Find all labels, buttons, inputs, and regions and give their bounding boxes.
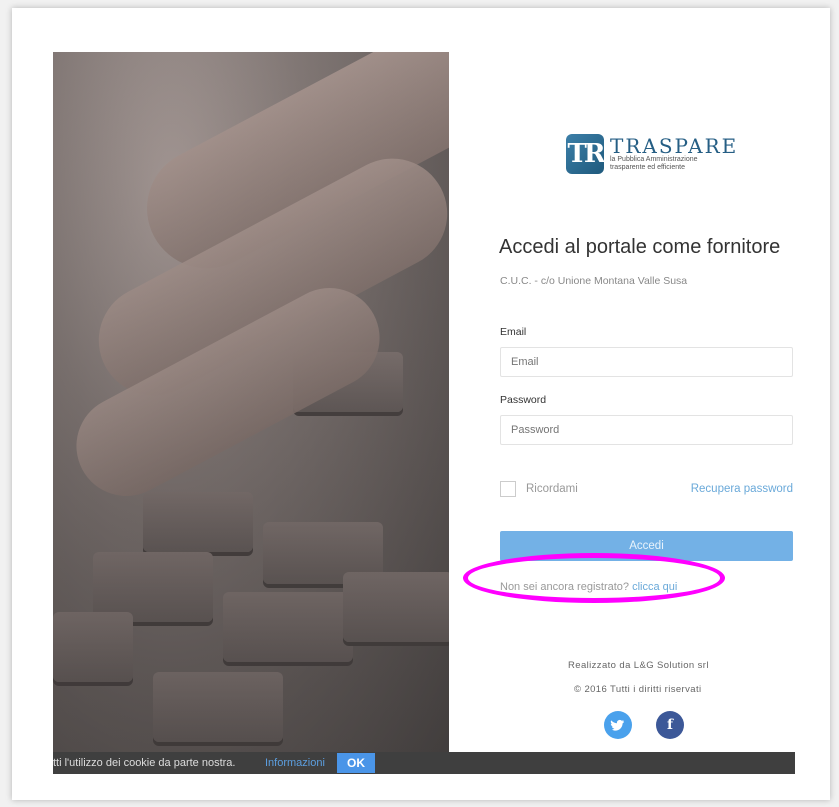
password-label: Password [500, 394, 547, 406]
page-title: Accedi al portale come fornitore [499, 236, 781, 258]
cookie-ok-button[interactable]: OK [337, 753, 375, 773]
footer-credit: Realizzato da L&G Solution srl [568, 660, 709, 671]
image-overlay [53, 52, 449, 752]
email-label: Email [500, 326, 527, 338]
recover-password-link[interactable]: Recupera password [691, 483, 793, 495]
page-subtitle: C.U.C. - c/o Unione Montana Valle Susa [500, 275, 688, 287]
remember-label[interactable]: Ricordami [526, 483, 578, 495]
password-field[interactable] [500, 415, 793, 445]
brand-name: TRASPARE [610, 134, 739, 158]
cookie-info-link[interactable]: Informazioni [265, 752, 325, 774]
brand-logo: TR TRASPARE la Pubblica Amministrazione … [566, 134, 738, 174]
email-field[interactable] [500, 347, 793, 377]
page-edge [12, 752, 53, 774]
logo-mark-icon: TR [566, 134, 605, 174]
remember-checkbox[interactable] [500, 481, 516, 497]
highlight-annotation [463, 553, 725, 603]
cookie-bar: tti l'utilizzo dei cookie da parte nostr… [53, 752, 795, 774]
facebook-icon[interactable]: f [656, 711, 684, 739]
twitter-icon[interactable] [604, 711, 632, 739]
cookie-text: tti l'utilizzo dei cookie da parte nostr… [53, 757, 236, 769]
footer-copyright: © 2016 Tutti i diritti riservati [574, 684, 702, 695]
brand-tagline: trasparente ed efficiente [610, 164, 685, 171]
hero-image [53, 52, 449, 752]
